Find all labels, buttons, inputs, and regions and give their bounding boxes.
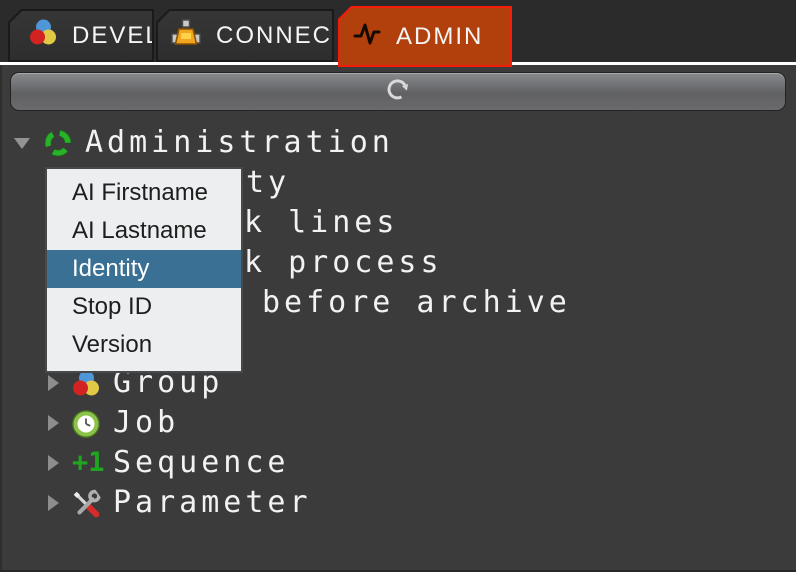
- tab-admin[interactable]: ADMIN: [338, 6, 512, 67]
- clock-icon: [71, 409, 101, 447]
- tree-label-fragment: ty: [246, 163, 290, 203]
- tree-label-administration: Administration: [85, 123, 394, 163]
- tree-label-job: Job: [113, 403, 179, 443]
- tab-connect-label: CONNECT: [216, 22, 349, 50]
- dropdown-menu: AI Firstname AI Lastname Identity Stop I…: [45, 167, 243, 373]
- color-circles-icon: [28, 18, 58, 53]
- dropdown-item-version[interactable]: Version: [47, 326, 241, 364]
- tab-connect-face: CONNECT: [158, 11, 332, 60]
- dropdown-item-ai-lastname[interactable]: AI Lastname: [47, 212, 241, 250]
- tree-label-fragment: k lines: [244, 203, 398, 243]
- tree-label-fragment: before archive: [262, 283, 571, 323]
- tab-devel-label: DEVEL: [72, 22, 161, 50]
- admin-panel: Administration ty k lines k process befo…: [0, 65, 796, 572]
- tree-label-parameter: Parameter: [113, 483, 312, 523]
- plus-one-icon: +1: [72, 443, 105, 483]
- pulse-icon: [352, 19, 382, 54]
- tree-label-sequence: Sequence: [113, 443, 290, 483]
- tree-row-administration[interactable]: Administration: [0, 123, 796, 163]
- dropdown-item-identity[interactable]: Identity: [47, 250, 241, 288]
- tab-devel[interactable]: DEVEL: [8, 9, 154, 62]
- tree-row-job[interactable]: Job: [0, 403, 796, 443]
- tree-row-parameter[interactable]: Parameter: [0, 483, 796, 523]
- dropdown-item-stop-id[interactable]: Stop ID: [47, 288, 241, 326]
- dropdown-item-ai-firstname[interactable]: AI Firstname: [47, 174, 241, 212]
- tree-label-fragment: k process: [244, 243, 443, 283]
- expander-right-icon[interactable]: [48, 495, 59, 511]
- expander-right-icon[interactable]: [48, 455, 59, 471]
- app-window: DEVEL CONNECT: [0, 0, 796, 572]
- tools-icon: [71, 489, 101, 527]
- tab-bar: DEVEL CONNECT: [0, 0, 796, 62]
- tree-row-sequence[interactable]: +1 Sequence: [0, 443, 796, 483]
- pipe-connector-icon: [170, 17, 202, 54]
- green-segmented-ring-icon: [42, 127, 74, 167]
- tab-connect[interactable]: CONNECT: [156, 9, 334, 62]
- expander-right-icon[interactable]: [48, 375, 59, 391]
- tab-devel-face: DEVEL: [10, 11, 152, 60]
- tab-admin-label: ADMIN: [396, 23, 483, 51]
- expander-down-icon[interactable]: [14, 138, 30, 149]
- color-circles-icon: [71, 369, 101, 407]
- expander-right-icon[interactable]: [48, 415, 59, 431]
- tab-admin-face: ADMIN: [340, 8, 510, 65]
